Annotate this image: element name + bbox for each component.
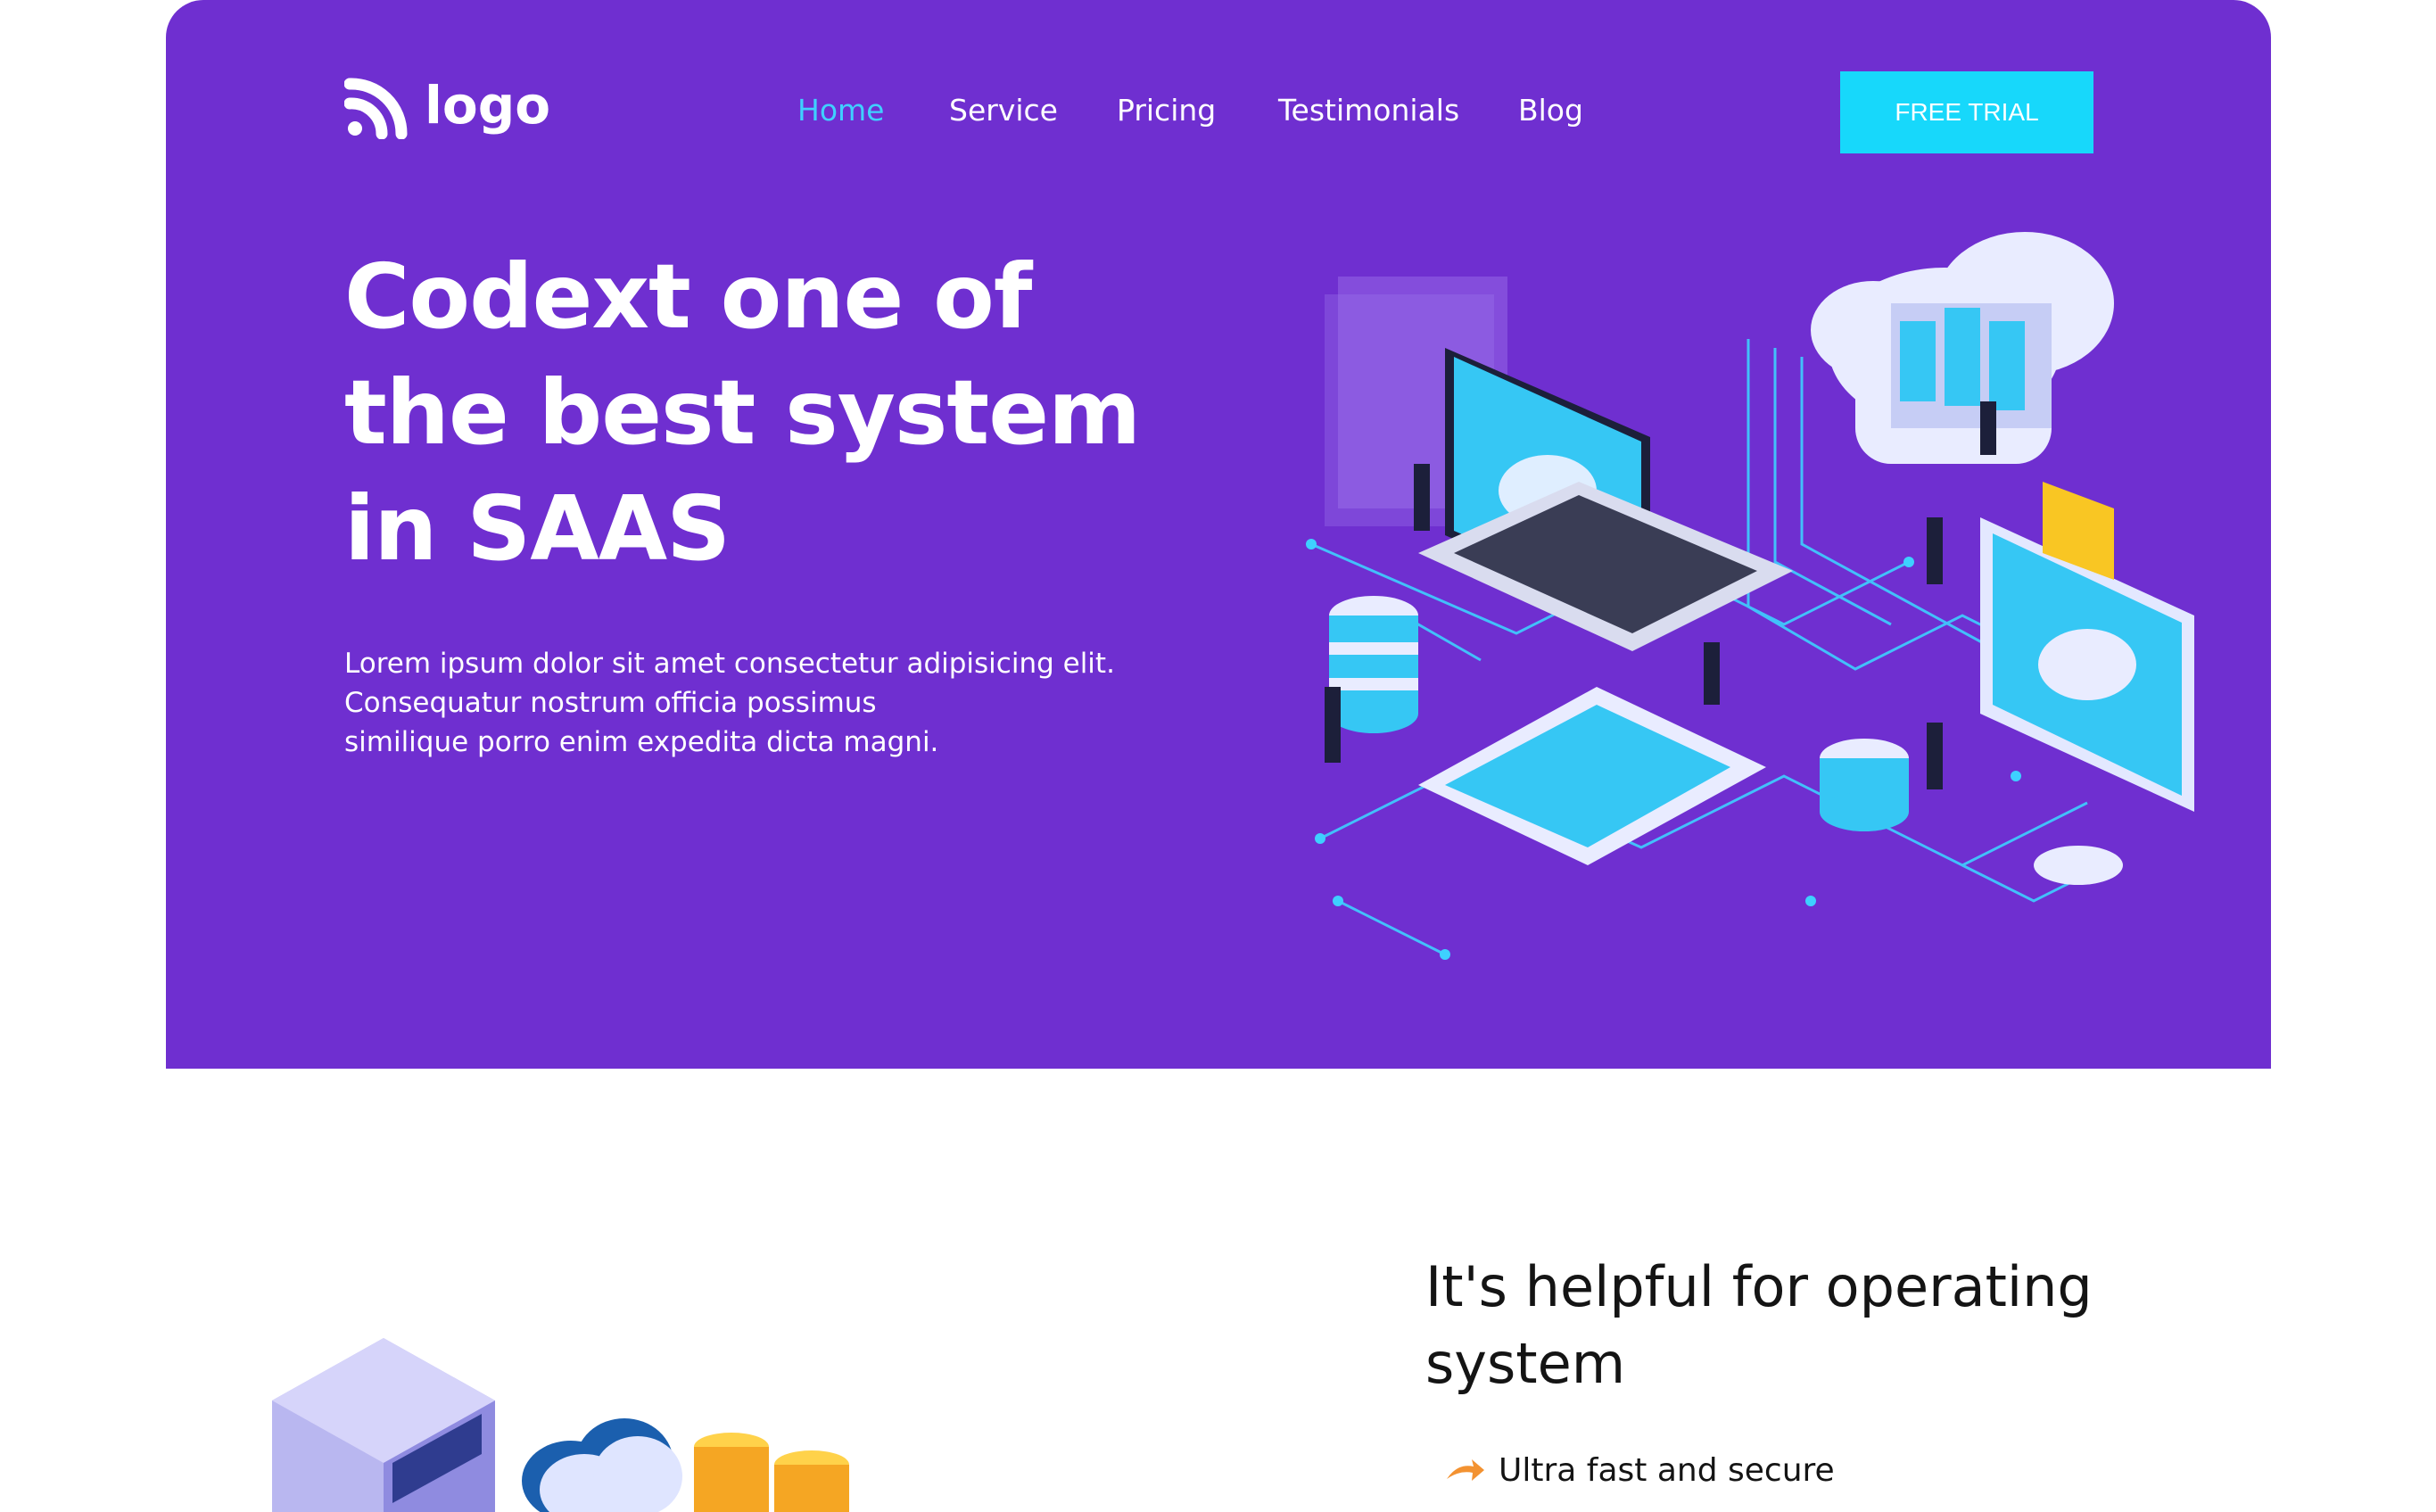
logo-text: logo (425, 75, 551, 136)
monitor (1980, 517, 2194, 885)
wifi-arcs-icon (344, 78, 408, 139)
hero-subtext-line: Consequatur nostrum officia possimus (344, 687, 877, 719)
logo[interactable]: logo (344, 71, 550, 139)
section-title-line: system (1425, 1331, 1626, 1396)
server-cloud-illustration (272, 1338, 849, 1512)
section-title: It's helpful for operating system (1425, 1249, 2228, 1402)
database (1329, 596, 1418, 733)
nav-service[interactable]: Service (949, 93, 1058, 128)
phone (1418, 687, 1766, 865)
arrow-icon (1447, 1458, 1484, 1481)
feature-item: Ultra fast and secure (1445, 1452, 1835, 1489)
hero-headline-line: Codext one of (344, 244, 1032, 349)
hero-headline: Codext one of the best system in SAAS (344, 239, 1147, 587)
laptop (1418, 348, 1793, 651)
feature-label: Ultra fast and secure (1499, 1452, 1835, 1489)
cloud-server (1811, 232, 2114, 464)
cloud-network-illustration (1306, 232, 2194, 960)
nav-blog[interactable]: Blog (1518, 93, 1583, 128)
hero-subtext-line: Lorem ipsum dolor sit amet consectetur a… (344, 648, 1115, 680)
free-trial-button[interactable]: FREE TRIAL (1840, 71, 2093, 153)
hero-headline-line: in SAAS (344, 476, 731, 581)
nav-home[interactable]: Home (797, 93, 884, 128)
section-title-line: It's helpful for operating (1425, 1254, 2093, 1319)
hero-subtext: Lorem ipsum dolor sit amet consectetur a… (344, 644, 1147, 762)
hero-subtext-line: similique porro enim expedita dicta magn… (344, 726, 939, 758)
nav-pricing[interactable]: Pricing (1117, 93, 1216, 128)
small-database (1820, 739, 1909, 831)
nav-testimonials[interactable]: Testimonials (1278, 93, 1459, 128)
hero-headline-line: the best system (344, 360, 1141, 465)
